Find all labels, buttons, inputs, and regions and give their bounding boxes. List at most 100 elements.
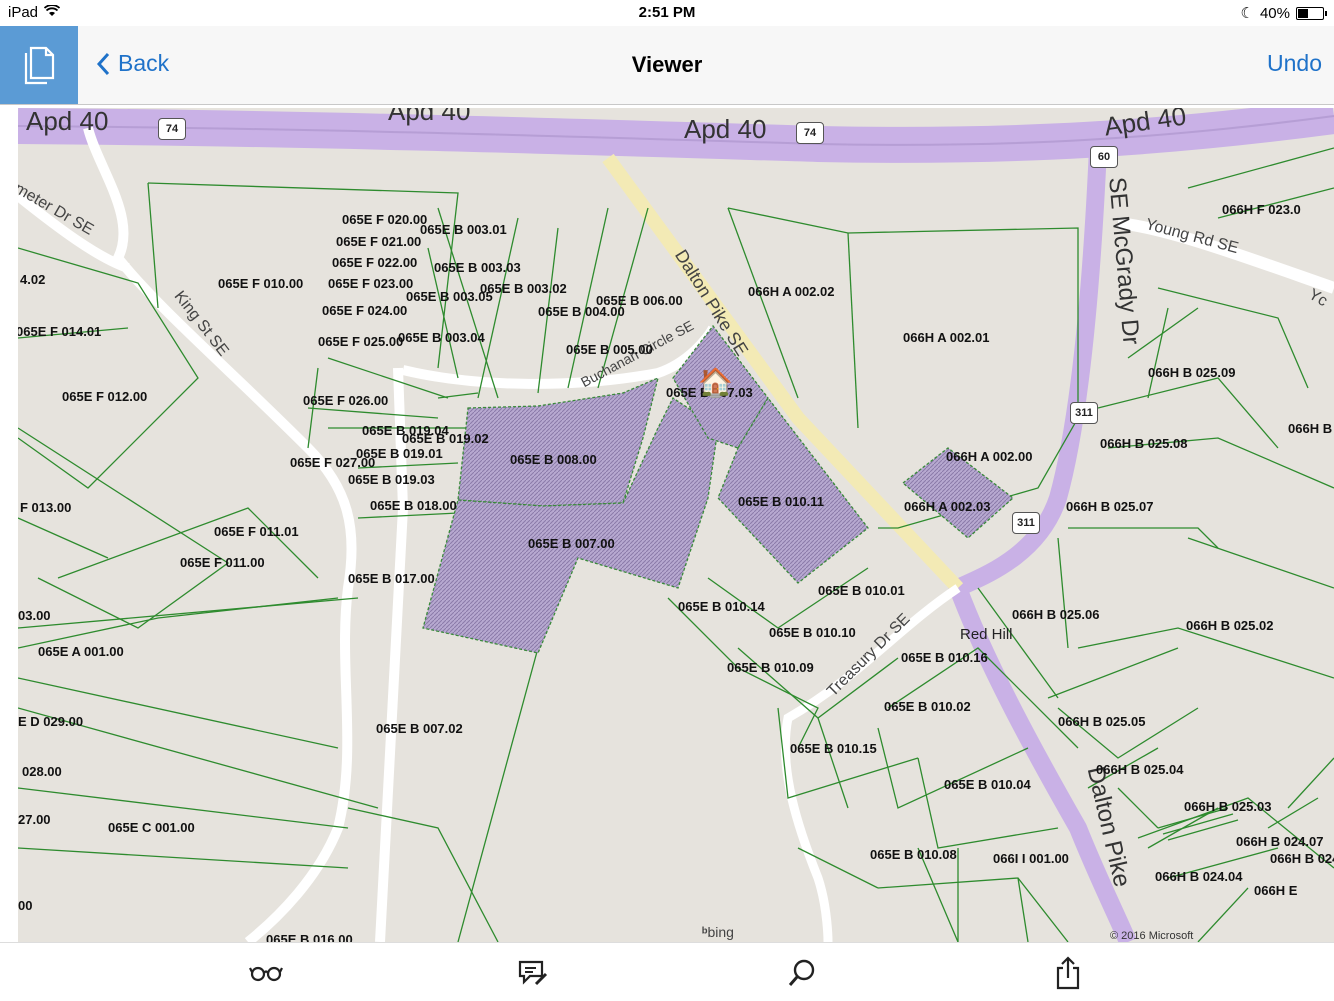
parcel-label[interactable]: 065E B 010.01 (818, 583, 905, 598)
undo-button[interactable]: Undo (1267, 50, 1322, 77)
parcel-label[interactable]: 065E F 011.01 (214, 524, 299, 539)
parcel-label[interactable]: 066H B 025.03 (1184, 799, 1271, 814)
parcel-label[interactable]: 066H B 025.07 (1066, 499, 1153, 514)
share-icon (1056, 956, 1080, 990)
status-bar: iPad 2:51 PM ☾ 40% (0, 0, 1334, 26)
parcel-label[interactable]: 066H A 002.02 (748, 284, 835, 299)
navigation-bar: Back Viewer Undo (0, 26, 1334, 105)
parcel-label[interactable]: 065E F 025.00 (318, 334, 403, 349)
parcel-label[interactable]: 065E B 017.00 (348, 571, 435, 586)
parcel-label[interactable]: 065E F 014.01 (18, 324, 101, 339)
parcel-label[interactable]: 065E B 010.04 (944, 777, 1031, 792)
parcel-label[interactable]: 27.00 (18, 812, 51, 827)
parcel-label[interactable]: 065E B 005.00 (566, 342, 653, 357)
parcel-label[interactable]: 066H B 024.04 (1155, 869, 1242, 884)
parcel-label[interactable]: 028.00 (22, 764, 62, 779)
parcel-label[interactable]: 065E F 011.00 (180, 555, 265, 570)
documents-button[interactable] (0, 26, 78, 104)
route-shield: 311 (1012, 512, 1040, 534)
parcel-label[interactable]: 00 (18, 898, 32, 913)
parcel-label[interactable]: 066H B 024.07 (1236, 834, 1323, 849)
parcel-label[interactable]: 065E B 018.00 (370, 498, 457, 513)
clock: 2:51 PM (638, 4, 696, 21)
moon-icon: ☾ (1240, 5, 1254, 22)
parcel-label[interactable]: 066H B 025.04 (1096, 762, 1183, 777)
comment-icon (518, 960, 548, 986)
parcel-label[interactable]: 065E B 004.00 (538, 304, 625, 319)
parcel-label[interactable]: 065E B 010.11 (738, 494, 824, 509)
page-title: Viewer (631, 52, 703, 77)
parcel-label[interactable]: 066H E (1254, 883, 1297, 898)
parcel-label[interactable]: 065E B 010.14 (678, 599, 765, 614)
parcel-label[interactable]: 065E B 007.02 (376, 721, 463, 736)
parcel-label[interactable]: 065E F 027.00 (290, 455, 375, 470)
route-shield: 60 (1090, 146, 1118, 168)
road-label-apd40: Apd 40 (388, 108, 471, 126)
parcel-label[interactable]: 065E F 024.00 (322, 303, 407, 318)
share-button[interactable] (1050, 955, 1086, 991)
search-icon (788, 959, 815, 986)
search-button[interactable] (784, 955, 820, 991)
battery-icon (1296, 6, 1327, 20)
parcel-label[interactable]: 065E F 020.00 (342, 212, 427, 227)
parcel-label[interactable]: 065E B 007.00 (528, 536, 615, 551)
parcel-label[interactable]: 065E B 010.10 (769, 625, 856, 640)
back-label: Back (118, 50, 170, 76)
parcel-label[interactable]: 065E B 003.03 (434, 260, 521, 275)
map-copyright: © 2016 Microsoft (1110, 930, 1194, 942)
parcel-label[interactable]: 03.00 (18, 608, 51, 623)
route-shield: 74 (796, 122, 824, 144)
parcel-label[interactable]: 066H A 002.01 (903, 330, 990, 345)
parcel-label[interactable]: 065E B 019.02 (402, 431, 489, 446)
parcel-label[interactable]: 065E A 001.00 (38, 644, 124, 659)
parcel-label[interactable]: 066H B 025.02 (1186, 618, 1273, 633)
parcel-label[interactable]: 066H B 0 (1288, 421, 1334, 436)
parcel-label[interactable]: 065E B 019.03 (348, 472, 435, 487)
parcel-label[interactable]: 065E B 010.08 (870, 847, 957, 862)
parcel-label[interactable]: 066H B 025.06 (1012, 607, 1099, 622)
parcel-label[interactable]: 066H A 002.03 (904, 499, 991, 514)
chevron-left-icon (96, 52, 110, 75)
parcel-label[interactable]: 066H A 002.00 (946, 449, 1033, 464)
glasses-button[interactable] (248, 955, 284, 991)
parcel-label[interactable]: 065E F 026.00 (303, 393, 388, 408)
parcel-label[interactable]: 065E B 016.00 (266, 932, 353, 942)
parcel-label[interactable]: 066H B 025.08 (1100, 436, 1187, 451)
parcel-label[interactable]: 065E F 023.00 (328, 276, 413, 291)
parcel-label[interactable]: F 013.00 (20, 500, 71, 515)
parcel-label[interactable]: 066H F 023.0 (1222, 202, 1301, 217)
parcel-label[interactable]: 065E F 021.00 (336, 234, 421, 249)
parcel-label[interactable]: 065E B 003.04 (398, 330, 485, 345)
parcel-label[interactable]: 065E B 010.15 (790, 741, 877, 756)
parcel-label[interactable]: 065E F 012.00 (62, 389, 147, 404)
battery-percent: 40% (1259, 4, 1290, 22)
road-label-apd40: Apd 40 (26, 108, 109, 136)
parcel-label[interactable]: 065E B 008.00 (510, 452, 597, 467)
route-shield: 311 (1070, 402, 1098, 424)
parcel-map[interactable]: Apd 40 Apd 40 Apd 40 Apd 40 SE McGrady D… (18, 108, 1334, 942)
parcel-label[interactable]: E D 029.00 (18, 714, 83, 729)
parcel-label[interactable]: 065E F 010.00 (218, 276, 303, 291)
parcel-label[interactable]: 065E B 010.16 (901, 650, 988, 665)
parcel-label[interactable]: 065E B 010.09 (727, 660, 814, 675)
house-icon[interactable]: 🏠 (698, 366, 733, 399)
parcel-label[interactable]: 066I I 001.00 (993, 851, 1069, 866)
bottom-toolbar (0, 942, 1334, 1001)
parcel-label[interactable]: 066H B 025.09 (1148, 365, 1235, 380)
parcel-label[interactable]: 065E B 003.01 (420, 222, 507, 237)
comment-button[interactable] (514, 955, 550, 991)
bing-logo: ᵇbing (702, 924, 734, 940)
back-button[interactable]: Back (96, 50, 169, 77)
parcel-label[interactable]: 065E B 010.02 (884, 699, 971, 714)
document-icon (24, 46, 55, 85)
parcel-label[interactable]: 065E C 001.00 (108, 820, 195, 835)
road-label-apd40: Apd 40 (684, 114, 767, 144)
parcel-label[interactable]: 4.02 (20, 272, 45, 287)
parcel-label[interactable]: 065E B 003.02 (480, 281, 567, 296)
place-label-red-hill: Red Hill (960, 626, 1013, 643)
parcel-label[interactable]: 066H B 024 (1270, 851, 1334, 866)
glasses-icon (249, 966, 283, 982)
route-shield: 74 (158, 118, 186, 140)
parcel-label[interactable]: 065E F 022.00 (332, 255, 417, 270)
parcel-label[interactable]: 066H B 025.05 (1058, 714, 1145, 729)
